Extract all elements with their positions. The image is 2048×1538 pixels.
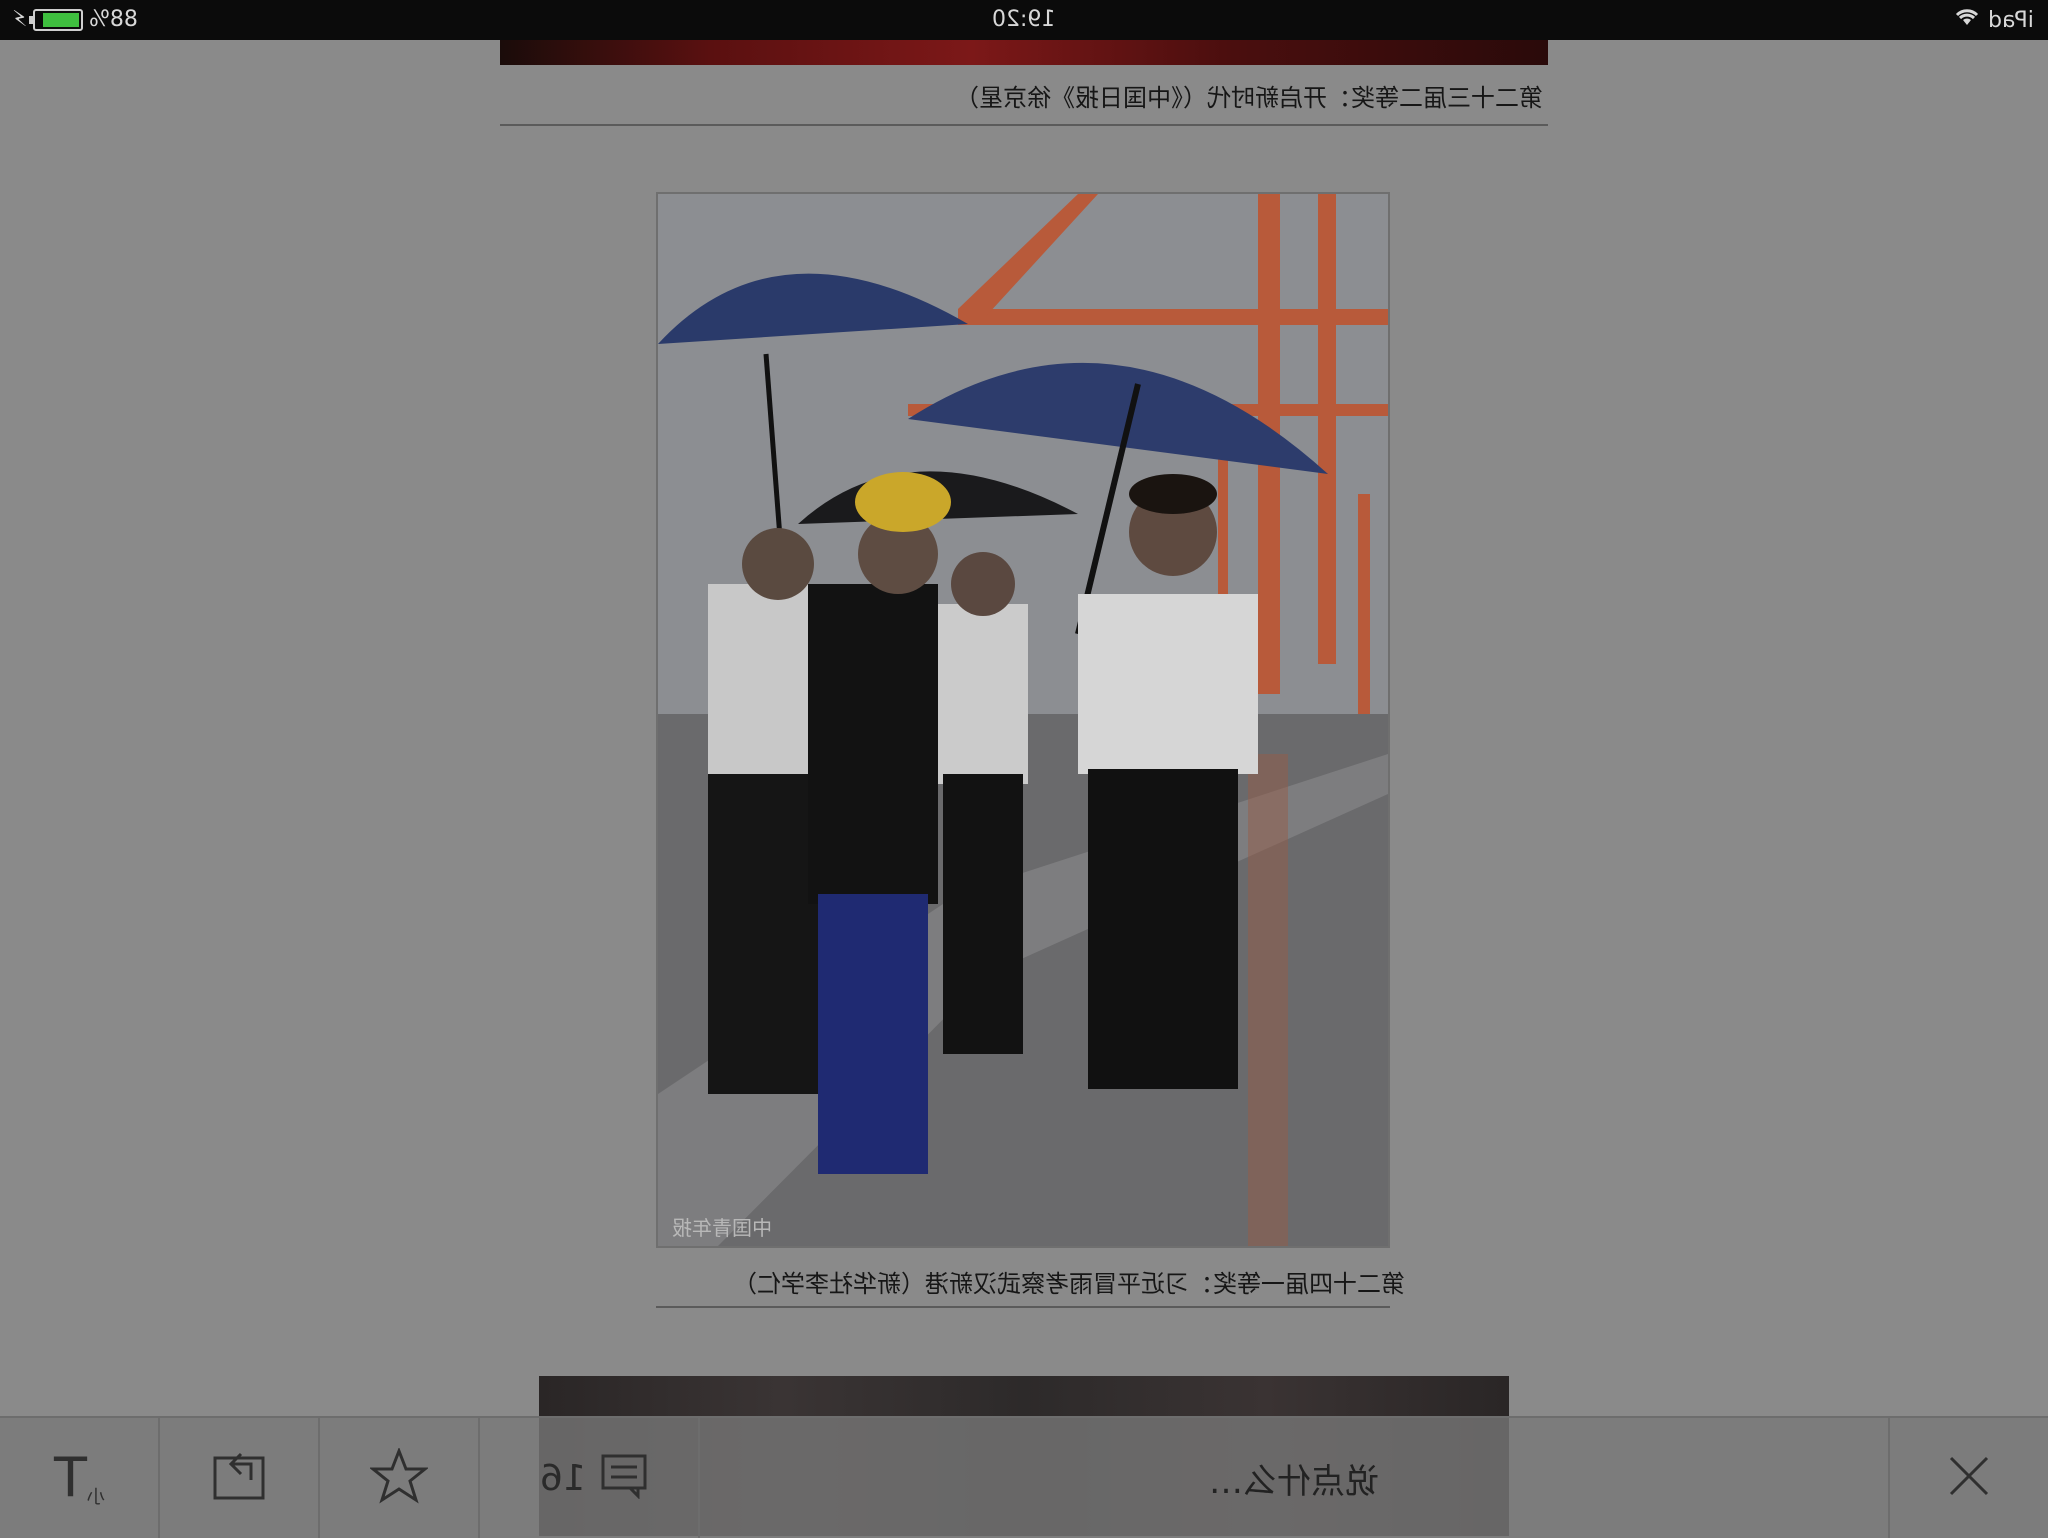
- close-icon: [1945, 1452, 1993, 1504]
- caption-top: 第二十三届二等奖：开启新时代（《中国日报》徐京星）: [955, 84, 1543, 112]
- photo-watermark: 中国青年报: [672, 1216, 772, 1240]
- device-name: iPad: [1988, 7, 2034, 33]
- bottom-toolbar: T 小 16 说点什么…: [0, 1416, 2048, 1538]
- close-button[interactable]: [1888, 1418, 2048, 1538]
- text-size-icon: T: [53, 1446, 87, 1509]
- favorite-button[interactable]: [320, 1418, 480, 1538]
- divider: [500, 124, 1548, 126]
- clock: 19:20: [992, 7, 1056, 32]
- caption-main: 第二十四届一等奖：习近平冒雨考察武汉新港（新华社李学仁）: [733, 1270, 1405, 1298]
- comment-input[interactable]: 说点什么…: [700, 1418, 1888, 1538]
- font-size-button[interactable]: T 小: [0, 1418, 160, 1538]
- comment-count: 16: [540, 1457, 586, 1499]
- divider: [656, 1306, 1390, 1308]
- share-icon: [211, 1450, 267, 1506]
- star-icon: [368, 1446, 430, 1508]
- share-button[interactable]: [160, 1418, 320, 1538]
- wifi-icon: [1954, 7, 1980, 33]
- status-bar: ⚡ 88% 19:20 iPad: [0, 0, 2048, 40]
- comments-button[interactable]: 16: [480, 1418, 700, 1538]
- article-photo[interactable]: 中国青年报: [656, 192, 1390, 1248]
- previous-photo: [500, 40, 1548, 65]
- comment-icon: [600, 1453, 648, 1503]
